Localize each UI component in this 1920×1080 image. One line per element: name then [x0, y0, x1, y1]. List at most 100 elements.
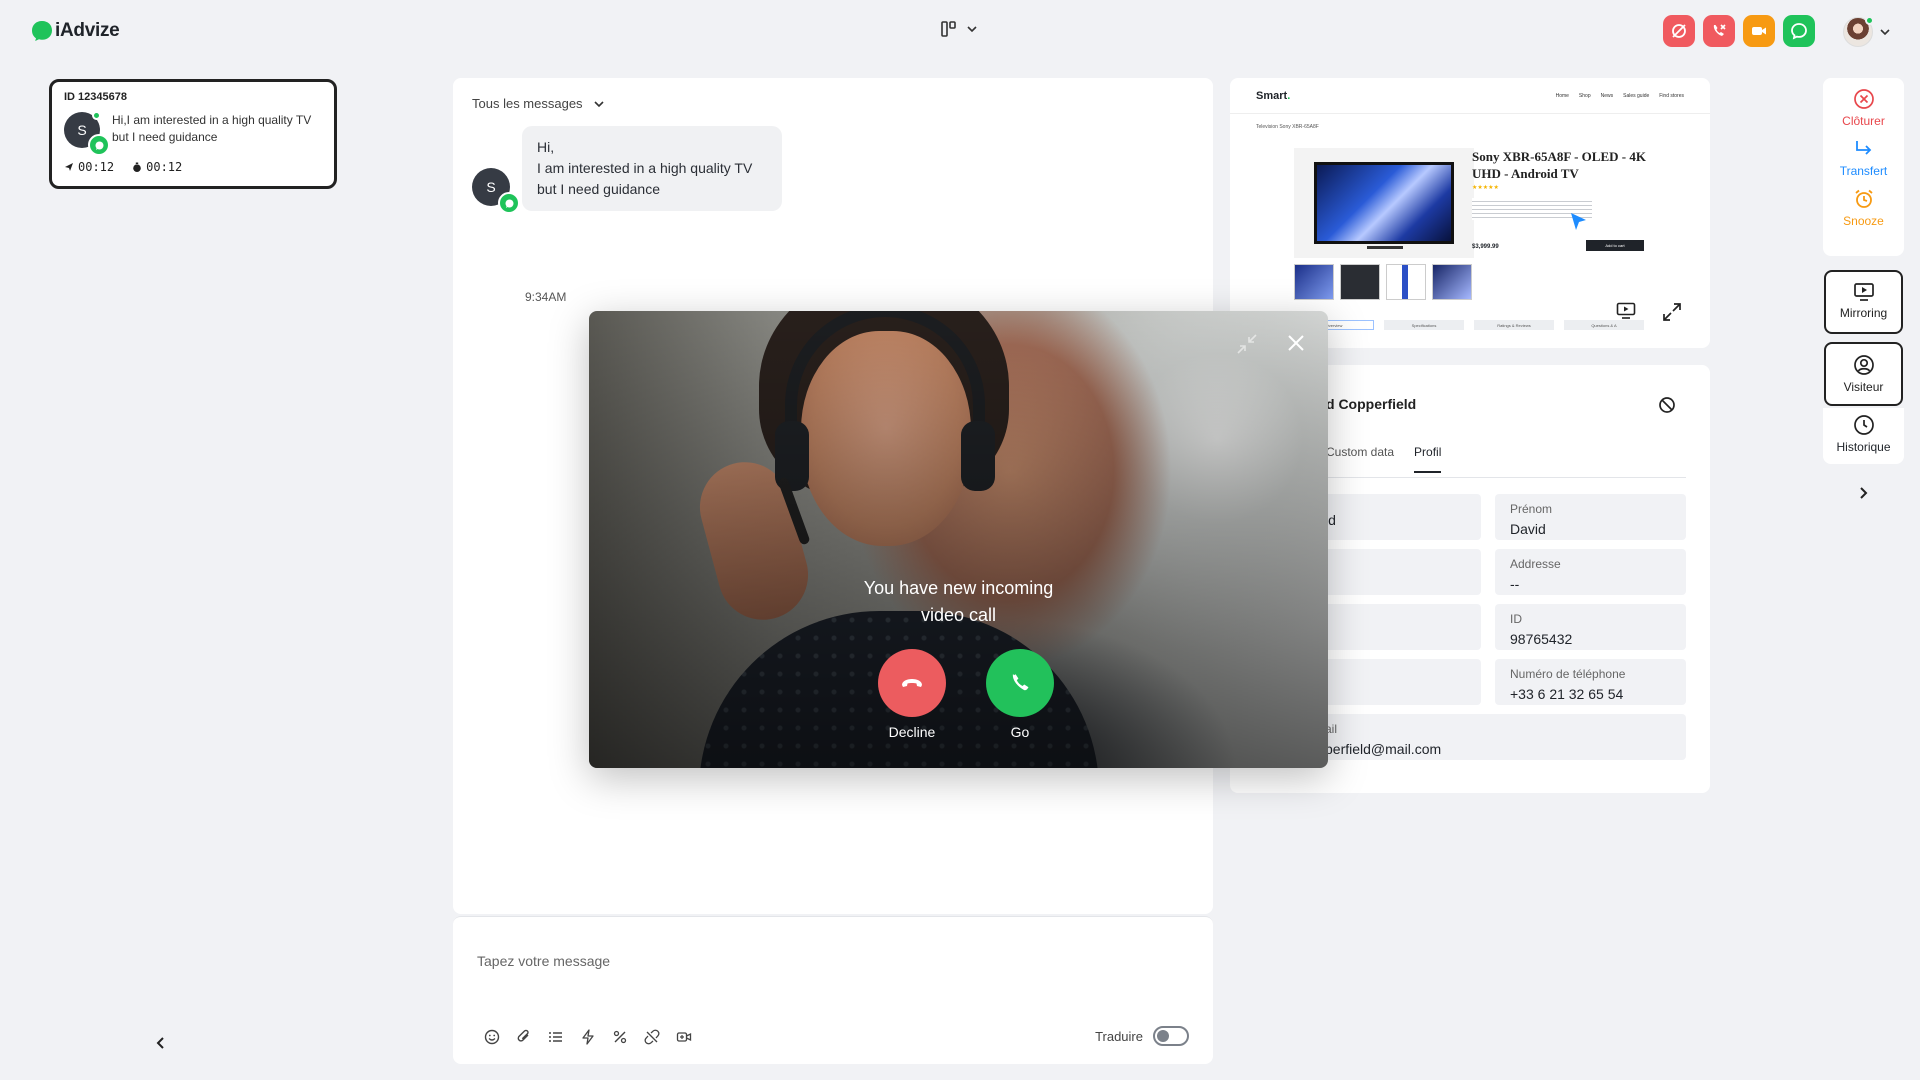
- channel-badge: [498, 192, 520, 214]
- history-tab[interactable]: Historique: [1823, 408, 1904, 464]
- chat-bubble-icon: [95, 141, 103, 150]
- snooze-button[interactable]: Snooze: [1823, 188, 1904, 228]
- conversation-actions-rail: Clôturer Transfert Snooze: [1823, 78, 1904, 256]
- preview-tab: Specifications: [1384, 320, 1464, 330]
- minimize-icon: [1237, 334, 1257, 354]
- phone-availability-button[interactable]: [1703, 15, 1735, 47]
- thumbnail: [1294, 264, 1334, 300]
- elapsed-timer-value: 00:12: [146, 160, 183, 174]
- message-preview: Hi,I am interested in a high quality TV …: [112, 113, 312, 144]
- minimize-call-button[interactable]: [1236, 333, 1258, 355]
- field-label: Numéro de téléphone: [1510, 667, 1626, 681]
- block-icon: [1659, 397, 1675, 413]
- preview-brand: Smart.: [1256, 89, 1291, 102]
- rail-label: Transfert: [1839, 164, 1888, 178]
- layout-switcher[interactable]: [940, 20, 978, 38]
- phone-icon: [1012, 674, 1029, 691]
- thumbnail: [1340, 264, 1380, 300]
- chevron-right-icon: [1860, 487, 1868, 499]
- cobrowsing-preview: Smart. Home Shop News Sales guide Find s…: [1230, 78, 1710, 348]
- preview-brand-name: Smart: [1256, 89, 1288, 102]
- link-off-icon: [644, 1029, 660, 1045]
- monitor-play-icon: [1853, 283, 1874, 301]
- tab-profil[interactable]: Profil: [1414, 445, 1442, 473]
- phone-off-icon: [1713, 24, 1726, 36]
- channel-actions: [1663, 15, 1815, 47]
- expand-rail-button[interactable]: [1857, 486, 1869, 500]
- decline-call-button[interactable]: [878, 649, 946, 717]
- send-icon: [65, 163, 73, 171]
- translate-label: Traduire: [1095, 1028, 1143, 1044]
- thumbnail: [1386, 264, 1426, 300]
- mirroring-button[interactable]: [1616, 302, 1636, 320]
- composer-toolbar: [483, 1028, 693, 1046]
- preview-tab: Ratings & Reviews: [1474, 320, 1554, 330]
- close-call-button[interactable]: [1286, 333, 1306, 353]
- call-title-line-2: video call: [920, 605, 997, 625]
- message-filter-dropdown[interactable]: Tous les messages: [472, 96, 605, 111]
- block-visitor-button[interactable]: [1658, 396, 1676, 414]
- conversation-id: ID 12345678: [64, 91, 127, 103]
- field-label: ID: [1510, 612, 1522, 626]
- chat-availability-button[interactable]: [1663, 15, 1695, 47]
- collapse-sidebar-button[interactable]: [155, 1036, 167, 1050]
- percent-icon: [613, 1030, 627, 1044]
- stopwatch-icon: [133, 162, 141, 172]
- rail-label: Historique: [1836, 440, 1891, 454]
- attachment-button[interactable]: [515, 1028, 533, 1046]
- expand-icon: [1663, 303, 1681, 321]
- mirroring-tab[interactable]: Mirroring: [1824, 270, 1903, 334]
- user-menu[interactable]: [1843, 16, 1891, 47]
- visitor-tab[interactable]: Visiteur: [1824, 342, 1903, 406]
- preview-rating: ★★★★★: [1472, 185, 1499, 191]
- preview-add-to-cart: Add to cart: [1586, 240, 1644, 251]
- list-button[interactable]: [547, 1028, 565, 1046]
- app-name: iAdvize: [55, 20, 120, 41]
- layout-columns-icon: [941, 21, 956, 37]
- messaging-availability-button[interactable]: [1783, 15, 1815, 47]
- user-circle-icon: [1853, 355, 1874, 375]
- transfer-button[interactable]: Transfert: [1823, 138, 1904, 178]
- tab-custom-data[interactable]: Custom data: [1326, 445, 1394, 473]
- field-email: ail perfield@mail.com: [1310, 714, 1686, 760]
- preview-tab: Questions & A: [1564, 320, 1644, 330]
- message-line-2: I am interested in a high quality TV but…: [537, 160, 753, 197]
- conversation-card[interactable]: ID 12345678 S Hi,I am interested in a hi…: [49, 79, 337, 189]
- decline-label: Decline: [888, 724, 936, 740]
- preview-price: $3,999.99: [1472, 244, 1499, 250]
- visitor-cursor-icon: [1571, 213, 1586, 230]
- expand-preview-button[interactable]: [1662, 302, 1682, 322]
- message-input[interactable]: [477, 953, 1177, 969]
- field-label: Addresse: [1510, 557, 1561, 571]
- logo-icon: [32, 21, 52, 41]
- close-circle-icon: [1853, 89, 1874, 109]
- preview-product-image: [1294, 148, 1474, 258]
- emoji-button[interactable]: [483, 1028, 501, 1046]
- online-status-dot: [1865, 16, 1874, 25]
- quick-reply-button[interactable]: [579, 1028, 597, 1046]
- avatar: [1843, 16, 1874, 47]
- field-blank: [1310, 549, 1481, 595]
- channel-badge: [88, 134, 110, 156]
- video-button[interactable]: [675, 1028, 693, 1046]
- chat-bubble-icon: [1791, 23, 1807, 40]
- message-line-1: Hi,: [537, 139, 555, 155]
- close-conversation-button[interactable]: Clôturer: [1823, 88, 1904, 128]
- rail-label: Clôturer: [1842, 114, 1885, 128]
- video-availability-button[interactable]: [1743, 15, 1775, 47]
- transfer-arrow-icon: [1855, 141, 1871, 155]
- field-label: ail: [1325, 722, 1338, 736]
- message-bubble: Hi, I am interested in a high quality TV…: [522, 126, 782, 211]
- chevron-down-icon: [1880, 29, 1890, 36]
- sent-timer: 00:12: [64, 160, 114, 174]
- discount-button[interactable]: [611, 1028, 629, 1046]
- field-id: ID 98765432: [1495, 604, 1686, 650]
- accept-call-button[interactable]: [986, 649, 1054, 717]
- chevron-down-icon: [967, 26, 977, 33]
- app-logo: iAdvize: [31, 20, 120, 42]
- field-last-name: ld: [1310, 494, 1481, 540]
- chevron-left-icon: [156, 1037, 164, 1049]
- call-title-line-1: You have new incoming: [863, 578, 1054, 598]
- translate-toggle[interactable]: [1153, 1026, 1189, 1046]
- link-button[interactable]: [643, 1028, 661, 1046]
